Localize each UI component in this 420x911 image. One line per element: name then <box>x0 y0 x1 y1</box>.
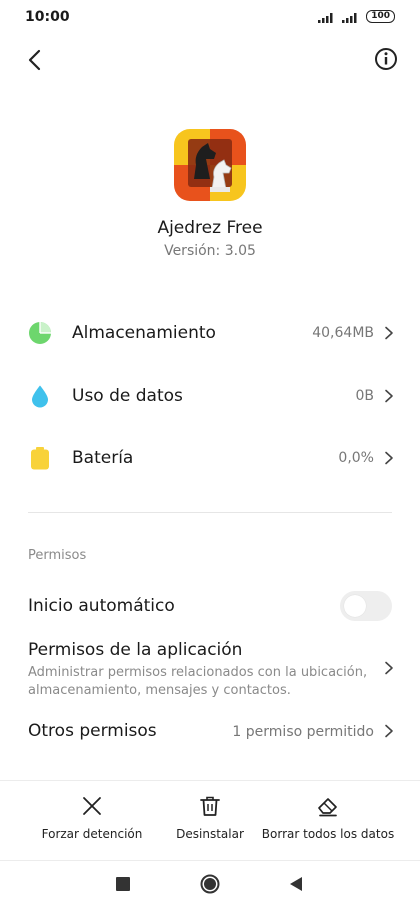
recent-apps-icon[interactable] <box>116 877 130 891</box>
chevron-right-icon <box>385 389 393 403</box>
signal-icon <box>318 12 333 23</box>
clear-data-button[interactable]: Borrar todos los datos <box>258 795 398 841</box>
info-icon[interactable] <box>372 45 400 73</box>
data-usage-value: 0B <box>355 388 374 404</box>
data-drop-icon <box>32 385 48 408</box>
section-divider <box>28 512 392 513</box>
status-indicators: 100 <box>318 10 395 23</box>
toggle-knob <box>344 595 366 617</box>
autostart-label: Inicio automático <box>28 596 175 616</box>
chevron-right-icon <box>385 326 393 340</box>
eraser-icon <box>318 798 337 817</box>
chevron-right-icon[interactable] <box>382 724 396 738</box>
storage-pie-icon <box>29 322 51 344</box>
signal-icon <box>342 12 357 23</box>
battery-indicator: 100 <box>366 10 395 23</box>
chevron-right-icon[interactable] <box>382 661 396 675</box>
storage-row[interactable]: Almacenamiento 40,64MB <box>0 305 420 361</box>
battery-row[interactable]: Batería 0,0% <box>0 430 420 486</box>
clear-data-label: Borrar todos los datos <box>261 827 395 841</box>
storage-value: 40,64MB <box>312 325 374 341</box>
app-permissions-label[interactable]: Permisos de la aplicación <box>28 640 242 660</box>
battery-icon <box>31 447 49 470</box>
battery-label: Batería <box>72 448 134 468</box>
back-triangle-icon[interactable] <box>288 876 304 892</box>
close-icon <box>83 797 101 815</box>
app-name: Ajedrez Free <box>157 218 263 238</box>
data-usage-row[interactable]: Uso de datos 0B <box>0 368 420 424</box>
back-arrow-icon[interactable] <box>20 45 50 75</box>
app-permissions-description: Administrar permisos relacionados con la… <box>28 665 368 698</box>
home-icon[interactable] <box>199 873 221 895</box>
other-permissions-value: 1 permiso permitido <box>232 724 374 740</box>
status-time: 10:00 <box>25 9 70 25</box>
other-permissions-label[interactable]: Otros permisos <box>28 721 157 741</box>
app-icon <box>174 129 246 201</box>
app-version: Versión: 3.05 <box>164 243 256 259</box>
battery-value: 0,0% <box>338 450 374 466</box>
autostart-toggle[interactable] <box>340 591 392 621</box>
trash-icon <box>200 796 220 816</box>
permissions-section-title: Permisos <box>28 548 87 563</box>
chevron-right-icon <box>385 451 393 465</box>
storage-label: Almacenamiento <box>72 323 216 343</box>
data-usage-label: Uso de datos <box>72 386 183 406</box>
